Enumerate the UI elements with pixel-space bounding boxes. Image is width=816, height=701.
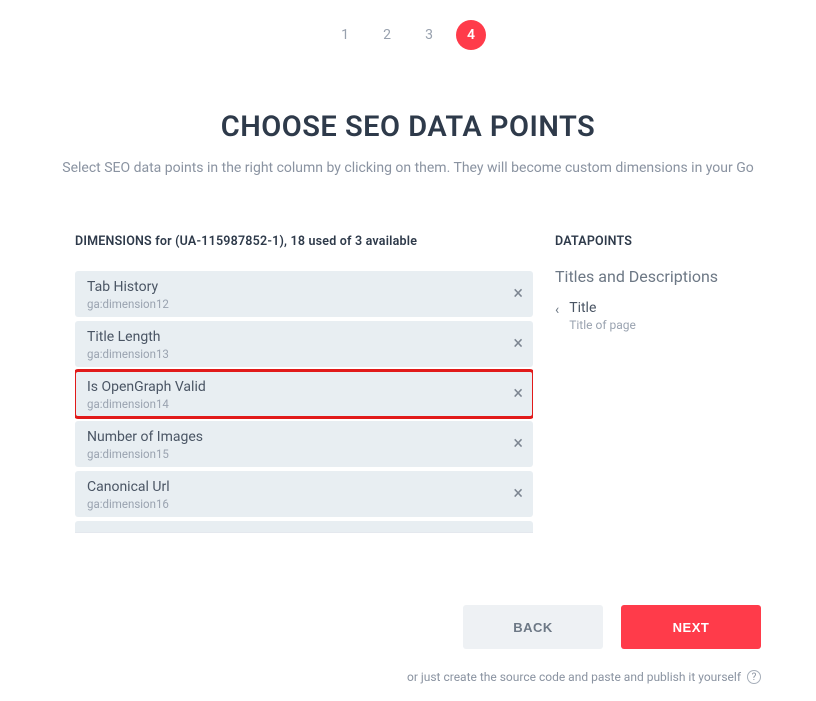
dimension-sublabel: ga:dimension12	[87, 297, 521, 311]
bottom-hint-text[interactable]: or just create the source code and paste…	[407, 670, 741, 684]
chevron-left-icon: ‹	[555, 302, 559, 318]
dimension-sublabel: ga:dimension14	[87, 397, 521, 411]
remove-icon[interactable]: ×	[513, 385, 523, 403]
dimension-label: Is OpenGraph Valid	[87, 379, 521, 395]
dimension-label: Canonical Url	[87, 479, 521, 495]
step-1[interactable]: 1	[330, 20, 360, 50]
wizard-stepper: 1 2 3 4	[0, 20, 816, 50]
datapoint-label: Title	[569, 300, 636, 316]
dimension-sublabel: ga:dimension13	[87, 347, 521, 361]
remove-icon[interactable]: ×	[513, 485, 523, 503]
datapoint-item[interactable]: ‹ Title Title of page	[555, 300, 816, 332]
dimensions-list[interactable]: ga:dimension11 × Tab History ga:dimensio…	[75, 267, 533, 533]
datapoints-column-title: DATAPOINTS	[555, 234, 816, 249]
dimension-item[interactable]: Title Length ga:dimension13 ×	[75, 321, 533, 367]
dimension-sublabel: ga:dimension15	[87, 447, 521, 461]
dimension-item[interactable]: Tab History ga:dimension12 ×	[75, 271, 533, 317]
dimension-item-highlighted[interactable]: Is OpenGraph Valid ga:dimension14 ×	[75, 371, 533, 417]
dimensions-column-title: DIMENSIONS for (UA-115987852-1), 18 used…	[75, 234, 533, 249]
step-4[interactable]: 4	[456, 20, 486, 50]
remove-icon[interactable]: ×	[513, 285, 523, 303]
help-icon[interactable]: ?	[747, 670, 761, 684]
back-button[interactable]: BACK	[463, 605, 603, 649]
bottom-hint: or just create the source code and paste…	[407, 670, 761, 684]
dimension-label: Tab History	[87, 279, 521, 295]
dimension-sublabel: ga:dimension16	[87, 497, 521, 511]
page-subtitle: Select SEO data points in the right colu…	[0, 160, 816, 176]
page-title: CHOOSE SEO DATA POINTS	[0, 110, 816, 144]
datapoints-group-title: Titles and Descriptions	[555, 267, 816, 286]
chevron-down-icon[interactable]: ˅	[512, 530, 523, 533]
dimension-item[interactable]: Number of Images ga:dimension15 ×	[75, 421, 533, 467]
datapoint-sublabel: Title of page	[569, 318, 636, 332]
step-2[interactable]: 2	[372, 20, 402, 50]
dimension-item[interactable]: Images with alt ˅	[75, 521, 533, 533]
next-button[interactable]: NEXT	[621, 605, 761, 649]
remove-icon[interactable]: ×	[513, 435, 523, 453]
remove-icon[interactable]: ×	[513, 335, 523, 353]
dimension-label: Title Length	[87, 329, 521, 345]
dimension-item[interactable]: Canonical Url ga:dimension16 ×	[75, 471, 533, 517]
dimension-label: Number of Images	[87, 429, 521, 445]
step-3[interactable]: 3	[414, 20, 444, 50]
